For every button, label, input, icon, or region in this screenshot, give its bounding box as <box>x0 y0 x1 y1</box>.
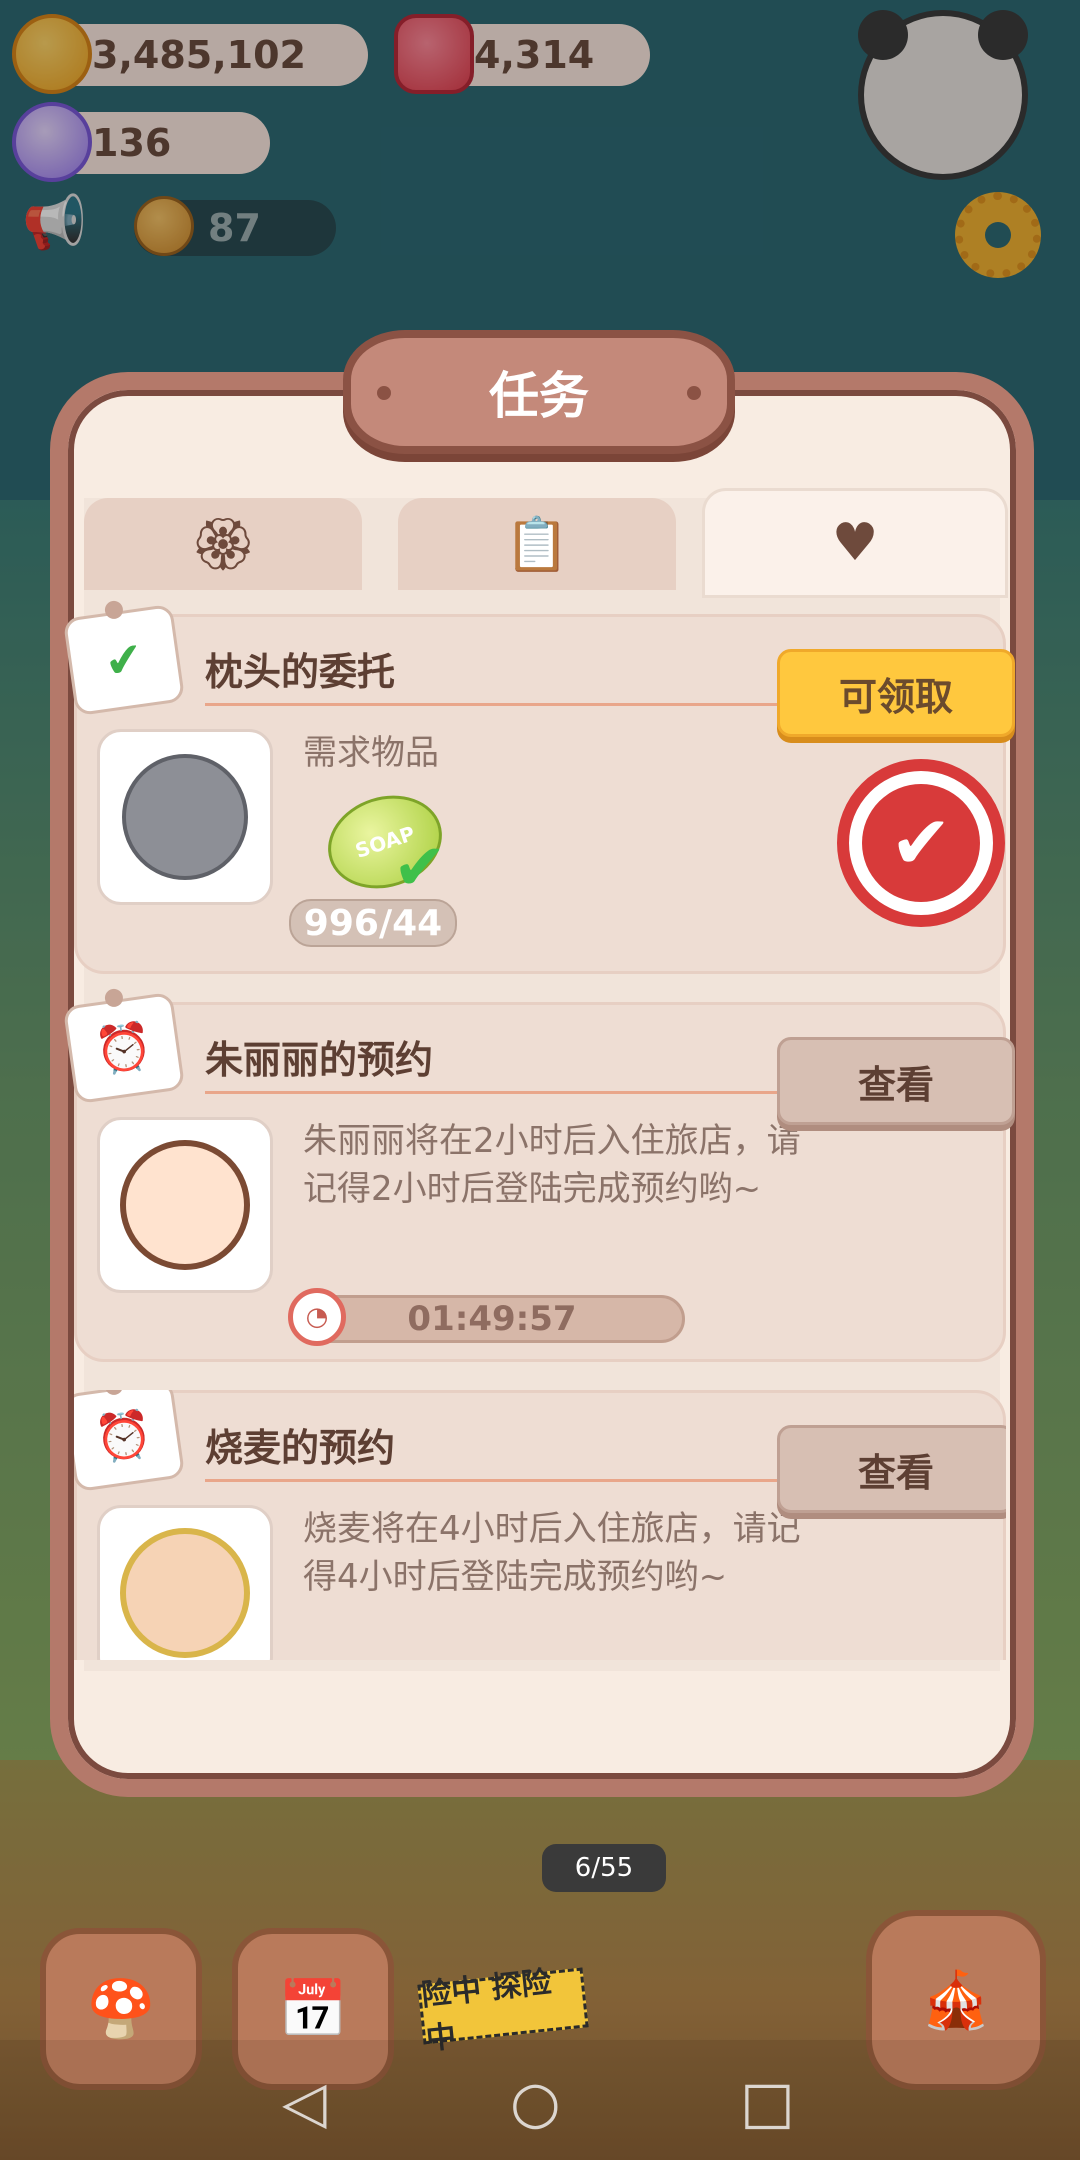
tab-reservations[interactable]: ♥ <box>702 488 1008 598</box>
heart-bottle-icon: ♥ <box>831 513 879 573</box>
task-card-clip: ⏰ 烧麦的预约 烧麦将在4小时后入住旅店，请记得4小时后登陆完成预约哟~ 查看 <box>74 1390 1006 1660</box>
task-title: 烧麦的预约 <box>205 1426 396 1470</box>
task-description: 烧麦将在4小时后入住旅店，请记得4小时后登陆完成预约哟~ <box>303 1509 801 1597</box>
task-tag: ✔ <box>62 599 186 717</box>
modal-title-plaque: 任务 <box>343 330 735 454</box>
blond-guy-avatar <box>97 1505 273 1660</box>
stopwatch-icon: ◔ <box>288 1288 346 1346</box>
check-icon: ✔ <box>393 831 447 905</box>
task-title: 枕头的委托 <box>205 650 396 694</box>
home-icon[interactable]: ○ <box>510 2068 561 2136</box>
alarm-clock-icon: ⏰ <box>91 1404 157 1467</box>
tag-pin <box>103 1390 125 1397</box>
gacha-machine-icon: 🎪 <box>921 1968 991 2033</box>
title-divider <box>205 703 785 706</box>
view-button[interactable]: 查看 <box>777 1425 1006 1513</box>
task-card-julili: ⏰ 朱丽丽的预约 朱丽丽将在2小时后入住旅店，请记得2小时后登陆完成预约哟~ ◔… <box>62 987 1015 1362</box>
avatar-face <box>122 754 248 880</box>
alarm-clock-icon: ⏰ <box>91 1016 157 1079</box>
tab-commissions[interactable]: 📋 <box>398 498 676 590</box>
calendar-heart-icon: 📅 <box>278 1977 348 2042</box>
item-count: 996/44 <box>289 899 457 947</box>
clipboard-icon: 📋 <box>504 514 570 575</box>
task-tag: ⏰ <box>62 987 186 1105</box>
back-icon[interactable]: ◁ <box>282 2068 327 2136</box>
girl-buns-avatar <box>97 1117 273 1293</box>
task-description: 朱丽丽将在2小时后入住旅店，请记得2小时后登陆完成预约哟~ <box>303 1121 801 1209</box>
modal-title: 任务 <box>489 367 589 425</box>
countdown-timer: ◔ 01:49:57 <box>288 1288 685 1346</box>
plaque-rivet-right <box>687 386 701 400</box>
task-tag: ⏰ <box>74 1390 186 1493</box>
avatar-face <box>120 1528 250 1658</box>
tab-achievements[interactable]: 🏵 <box>84 498 362 590</box>
paw-medal-icon: 🏵 <box>189 514 256 575</box>
plaque-rivet-left <box>377 386 391 400</box>
task-title: 朱丽丽的预约 <box>205 1038 434 1082</box>
completed-stamp-icon: ✔ <box>837 759 1005 927</box>
title-divider <box>205 1091 785 1094</box>
koala-sleep-mask-avatar <box>97 729 273 905</box>
checklist-icon: ✔ <box>101 630 147 690</box>
view-button[interactable]: 查看 <box>777 1037 1015 1125</box>
title-divider <box>205 1479 785 1482</box>
recents-icon[interactable]: □ <box>740 2068 795 2136</box>
avatar-face <box>120 1140 250 1270</box>
claim-button[interactable]: 可领取 <box>777 649 1015 737</box>
timer-value: 01:49:57 <box>407 1299 577 1339</box>
exploring-tape[interactable]: 险中 探险中 <box>417 1965 589 2057</box>
mushroom-hotel-icon: 🍄 <box>86 1977 156 2042</box>
stamp-check-icon: ✔ <box>862 784 980 902</box>
required-items-label: 需求物品 <box>303 733 439 773</box>
task-card-pillow: ✔ 枕头的委托 需求物品 SOAP ✔ 996/44 可领取 ✔ <box>62 599 1015 974</box>
expedition-progress: 6/55 <box>542 1844 666 1892</box>
task-card-shaomai: ⏰ 烧麦的预约 烧麦将在4小时后入住旅店，请记得4小时后登陆完成预约哟~ 查看 <box>74 1390 1006 1660</box>
